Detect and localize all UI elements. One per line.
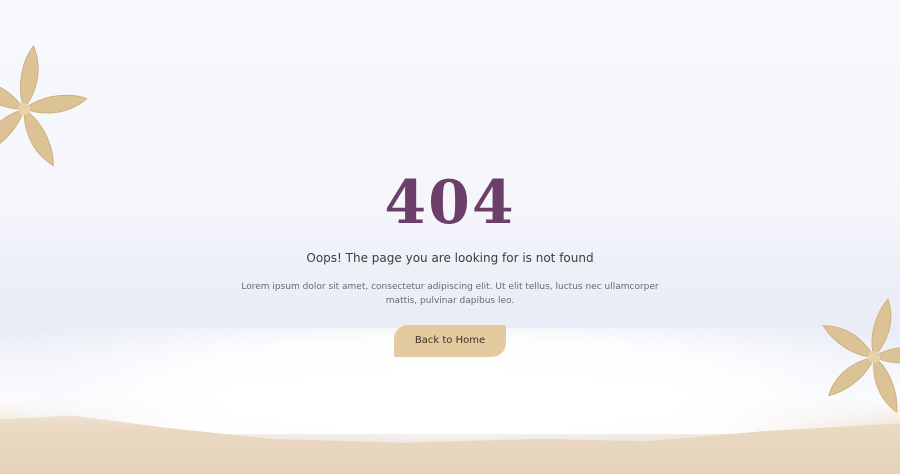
flower-icon [0,45,88,167]
error-headline: Oops! The page you are looking for is no… [306,251,594,265]
error-code: 404 [384,168,516,238]
shore-foam [0,344,900,434]
back-to-home-button[interactable]: Back to Home [394,325,506,357]
error-content: 404 Oops! The page you are looking for i… [0,170,900,357]
error-description: Lorem ipsum dolor sit amet, consectetur … [241,282,659,306]
